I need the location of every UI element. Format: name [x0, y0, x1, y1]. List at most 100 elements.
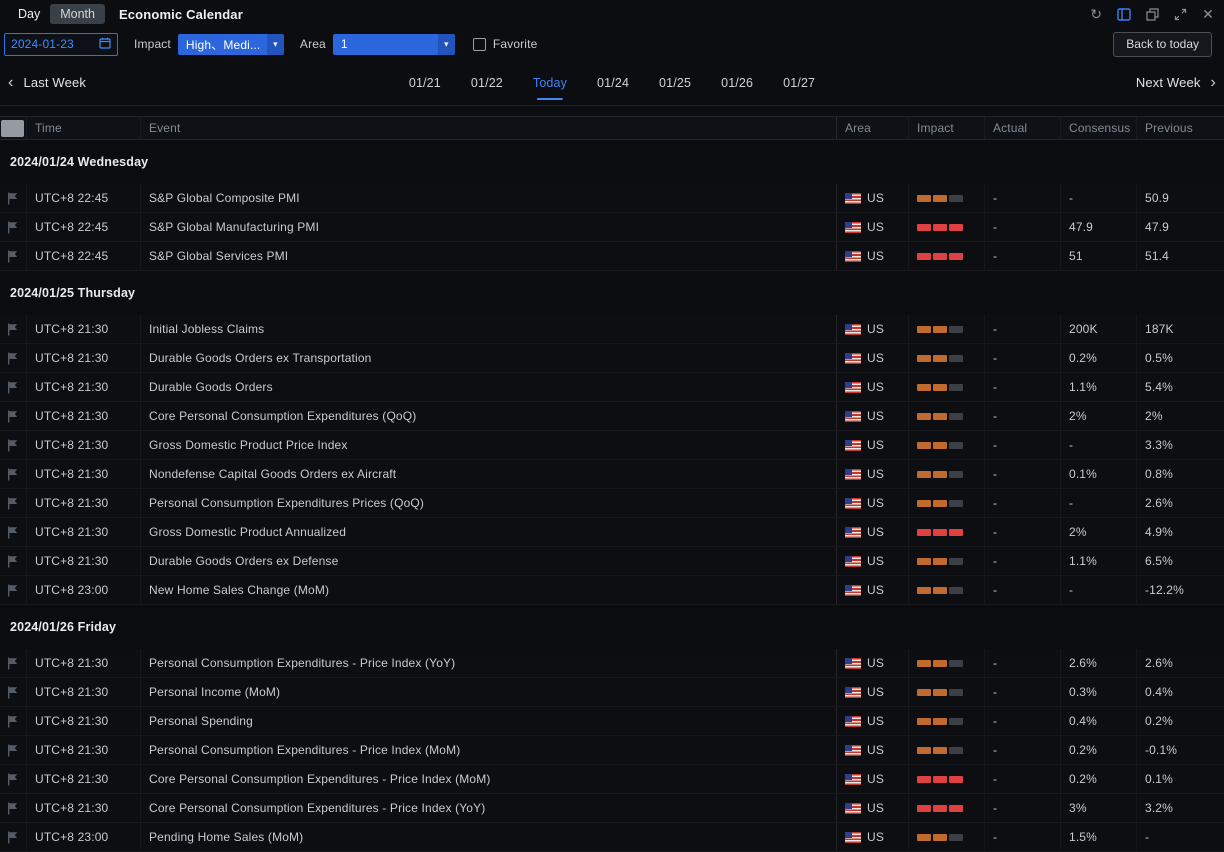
impact-bar	[917, 355, 931, 362]
impact-bar	[949, 195, 963, 202]
bookmark-icon[interactable]	[7, 657, 18, 670]
event-row[interactable]: UTC+8 21:30 Gross Domestic Product Price…	[0, 431, 1224, 460]
row-consensus: 0.4%	[1069, 714, 1097, 728]
back-to-today-button[interactable]: Back to today	[1113, 32, 1212, 57]
impact-bar	[949, 413, 963, 420]
bookmark-icon[interactable]	[7, 831, 18, 844]
bookmark-icon[interactable]	[7, 802, 18, 815]
bookmark-icon[interactable]	[7, 468, 18, 481]
row-time: UTC+8 22:45	[35, 191, 108, 205]
restore-icon[interactable]	[1146, 8, 1159, 21]
impact-bar	[917, 500, 931, 507]
bookmark-icon[interactable]	[7, 410, 18, 423]
row-time: UTC+8 21:30	[35, 438, 108, 452]
close-icon[interactable]: ✕	[1202, 7, 1214, 21]
event-row[interactable]: UTC+8 21:30 Durable Goods Orders ex Tran…	[0, 344, 1224, 373]
event-row[interactable]: UTC+8 21:30 Core Personal Consumption Ex…	[0, 402, 1224, 431]
event-row[interactable]: UTC+8 21:30 Nondefense Capital Goods Ord…	[0, 460, 1224, 489]
bookmark-icon[interactable]	[7, 352, 18, 365]
bookmark-icon[interactable]	[7, 323, 18, 336]
favorite-filter[interactable]: Favorite	[473, 37, 538, 51]
bookmark-icon[interactable]	[7, 526, 18, 539]
us-flag-icon	[845, 324, 861, 335]
event-row[interactable]: UTC+8 21:30 Personal Consumption Expendi…	[0, 649, 1224, 678]
event-row[interactable]: UTC+8 22:45 S&P Global Manufacturing PMI…	[0, 213, 1224, 242]
impact-bar	[917, 747, 931, 754]
row-actual: -	[993, 554, 997, 568]
row-actual: -	[993, 525, 997, 539]
day-tab-01-22[interactable]: 01/22	[471, 60, 503, 105]
day-tab-today[interactable]: Today	[533, 60, 567, 105]
day-tab-01-21[interactable]: 01/21	[409, 60, 441, 105]
day-tab-01-24[interactable]: 01/24	[597, 60, 629, 105]
last-week-button[interactable]: ‹ Last Week	[8, 74, 86, 92]
bookmark-icon[interactable]	[7, 773, 18, 786]
impact-indicator	[908, 213, 984, 241]
event-row[interactable]: UTC+8 22:45 S&P Global Services PMI US -…	[0, 242, 1224, 271]
row-previous: -	[1145, 830, 1149, 844]
row-actual: -	[993, 772, 997, 786]
row-consensus: 51	[1069, 249, 1083, 263]
bookmark-icon[interactable]	[7, 744, 18, 757]
event-row[interactable]: UTC+8 21:30 Durable Goods Orders ex Defe…	[0, 547, 1224, 576]
event-row[interactable]: UTC+8 21:30 Gross Domestic Product Annua…	[0, 518, 1224, 547]
bookmark-icon[interactable]	[7, 555, 18, 568]
impact-bar	[933, 471, 947, 478]
bookmark-icon[interactable]	[7, 381, 18, 394]
bookmark-icon[interactable]	[7, 715, 18, 728]
date-input[interactable]: 2024-01-23	[4, 33, 118, 56]
event-row[interactable]: UTC+8 21:30 Personal Spending US - 0.4% …	[0, 707, 1224, 736]
row-actual: -	[993, 656, 997, 670]
impact-bar	[917, 558, 931, 565]
area-select[interactable]: 1 ▾	[333, 34, 455, 55]
event-row[interactable]: UTC+8 21:30 Initial Jobless Claims US - …	[0, 315, 1224, 344]
bookmark-icon[interactable]	[7, 584, 18, 597]
row-event: S&P Global Manufacturing PMI	[149, 220, 319, 234]
event-row[interactable]: UTC+8 21:30 Core Personal Consumption Ex…	[0, 765, 1224, 794]
bookmark-icon[interactable]	[7, 221, 18, 234]
event-row[interactable]: UTC+8 21:30 Personal Consumption Expendi…	[0, 489, 1224, 518]
refresh-icon[interactable]: ↻	[1090, 7, 1102, 21]
row-event: Personal Consumption Expenditures Prices…	[149, 496, 424, 510]
bookmark-icon[interactable]	[7, 497, 18, 510]
impact-bar	[949, 500, 963, 507]
panel-toggle-icon[interactable]	[1117, 8, 1131, 21]
row-previous: 0.2%	[1145, 714, 1173, 728]
row-consensus: 1.1%	[1069, 380, 1097, 394]
event-row[interactable]: UTC+8 21:30 Core Personal Consumption Ex…	[0, 794, 1224, 823]
last-week-label: Last Week	[23, 75, 86, 90]
event-row[interactable]: UTC+8 23:00 Pending Home Sales (MoM) US …	[0, 823, 1224, 852]
event-row[interactable]: UTC+8 23:00 New Home Sales Change (MoM) …	[0, 576, 1224, 605]
event-row[interactable]: UTC+8 21:30 Durable Goods Orders US - 1.…	[0, 373, 1224, 402]
day-tab-01-25[interactable]: 01/25	[659, 60, 691, 105]
us-flag-icon	[845, 251, 861, 262]
row-actual: -	[993, 249, 997, 263]
maximize-icon[interactable]	[1174, 8, 1187, 21]
bookmark-icon[interactable]	[7, 686, 18, 699]
day-tab-01-26[interactable]: 01/26	[721, 60, 753, 105]
event-row[interactable]: UTC+8 21:30 Personal Consumption Expendi…	[0, 736, 1224, 765]
bookmark-icon[interactable]	[7, 250, 18, 263]
bookmark-icon[interactable]	[7, 192, 18, 205]
day-view-tab[interactable]: Day	[10, 4, 48, 24]
impact-bar	[949, 805, 963, 812]
row-event: Personal Consumption Expenditures - Pric…	[149, 656, 455, 670]
impact-bar	[933, 326, 947, 333]
row-event: Core Personal Consumption Expenditures -…	[149, 801, 485, 815]
favorite-checkbox[interactable]	[473, 38, 486, 51]
day-tab-01-27[interactable]: 01/27	[783, 60, 815, 105]
row-previous: 0.8%	[1145, 467, 1173, 481]
impact-select[interactable]: High、Medi... ▾	[178, 34, 284, 55]
next-week-button[interactable]: Next Week ›	[1136, 74, 1216, 92]
impact-indicator	[908, 823, 984, 851]
event-row[interactable]: UTC+8 21:30 Personal Income (MoM) US - 0…	[0, 678, 1224, 707]
impact-bar	[917, 224, 931, 231]
row-area-label: US	[867, 191, 884, 205]
month-view-tab[interactable]: Month	[50, 4, 105, 24]
event-row[interactable]: UTC+8 22:45 S&P Global Composite PMI US …	[0, 184, 1224, 213]
us-flag-icon	[845, 803, 861, 814]
row-time: UTC+8 21:30	[35, 351, 108, 365]
horizontal-scrollbar-thumb[interactable]	[1, 120, 24, 137]
impact-bar	[933, 718, 947, 725]
bookmark-icon[interactable]	[7, 439, 18, 452]
